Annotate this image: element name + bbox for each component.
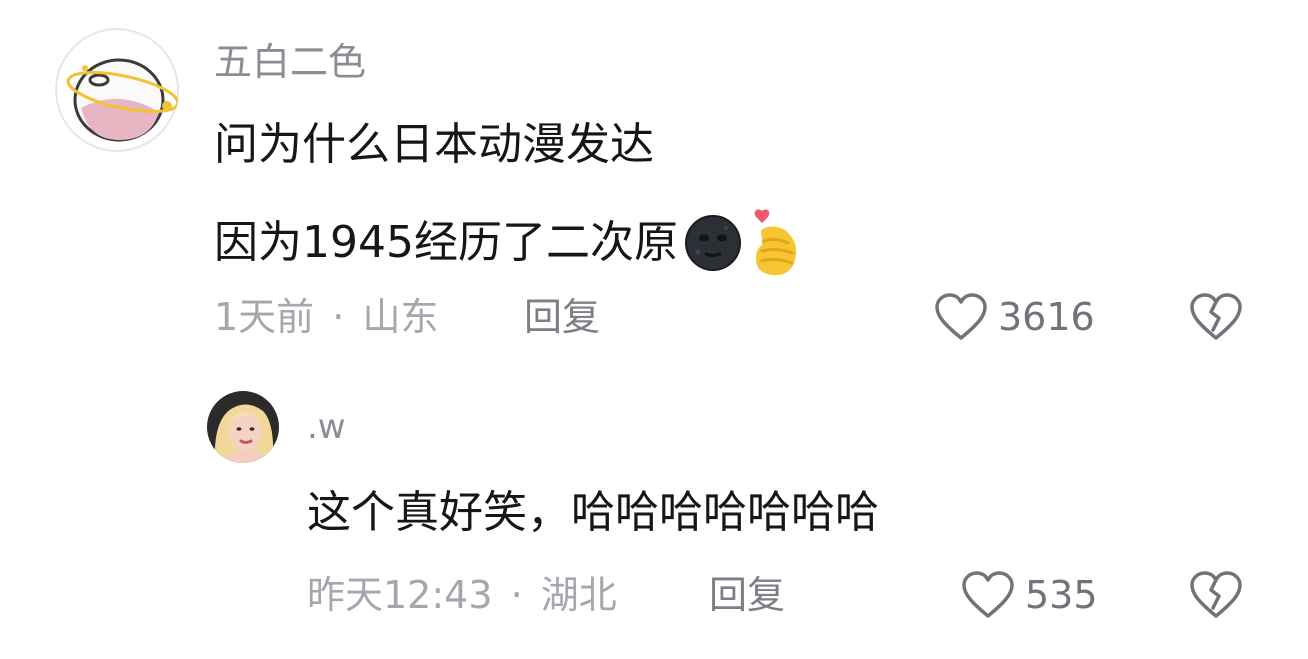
comment-time: 昨天12:43 [307,573,493,617]
comment-location: 山东 [362,295,439,339]
like-count: 3616 [998,295,1095,339]
reply-button[interactable]: 回复 [524,298,600,336]
comment-text-line: 问为什么日本动漫发达 [214,119,654,170]
meta-separator: · [332,295,345,339]
comment-meta: 昨天12:43 · 湖北 [307,576,617,614]
meta-separator: · [510,573,523,617]
like-button[interactable]: 3616 [934,292,1095,342]
comment-text-line-with-emoji: 因为1945经历了二次原 [214,207,802,279]
dislike-button[interactable] [1189,570,1243,624]
avatar[interactable] [55,28,179,152]
dislike-button[interactable] [1189,292,1243,346]
comment-text: 因为1945经历了二次原 [214,217,678,268]
broken-heart-icon [1190,293,1242,340]
username[interactable]: 五白二色 [214,43,366,81]
username[interactable]: .w [307,410,346,444]
user-photo-avatar [207,391,279,463]
like-count: 535 [1025,573,1098,617]
planet-avatar-image [55,28,179,152]
like-button[interactable]: 535 [961,570,1098,620]
comment-time: 1天前 [214,295,315,339]
comment-text-line: 这个真好笑，哈哈哈哈哈哈哈 [307,487,879,538]
heart-outline-icon [935,293,987,340]
reply-button[interactable]: 回复 [709,576,785,614]
comment-location: 湖北 [540,573,617,617]
avatar[interactable] [207,391,279,463]
broken-heart-icon [1190,571,1242,618]
new-moon-face-emoji [682,212,744,274]
hand-heart-emoji [748,207,802,279]
comment-meta: 1天前 · 山东 [214,298,438,336]
heart-outline-icon [962,571,1014,618]
